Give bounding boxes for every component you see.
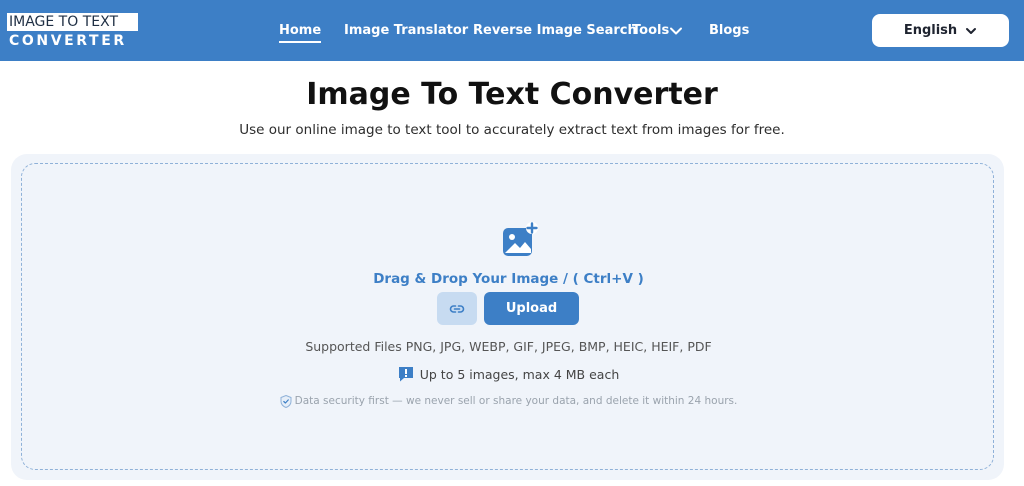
- drag-drop-text: Drag & Drop Your Image / ( Ctrl+V ): [373, 271, 644, 287]
- info-chat-icon: [398, 367, 413, 382]
- nav-image-translator[interactable]: Image Translator: [344, 23, 468, 39]
- upload-card: Drag & Drop Your Image / ( Ctrl+V ) Uplo…: [11, 154, 1004, 480]
- logo-line-2: CONVERTER: [9, 33, 127, 49]
- page-title: Image To Text Converter: [306, 77, 718, 112]
- add-image-icon: [503, 222, 538, 256]
- chevron-down-icon[interactable]: [669, 24, 683, 38]
- top-navbar: IMAGE TO TEXT CONVERTER Home Image Trans…: [0, 0, 1024, 61]
- drop-zone[interactable]: Drag & Drop Your Image / ( Ctrl+V ) Uplo…: [21, 163, 994, 470]
- page-subtitle: Use our online image to text tool to acc…: [239, 122, 785, 138]
- nav-blogs[interactable]: Blogs: [709, 23, 749, 39]
- security-note-text: Data security first — we never sell or s…: [294, 395, 738, 407]
- language-selector[interactable]: English: [872, 14, 1009, 47]
- language-label: English: [903, 23, 958, 38]
- chevron-down-icon: [966, 27, 977, 34]
- upload-button[interactable]: Upload: [484, 292, 579, 325]
- site-logo[interactable]: IMAGE TO TEXT CONVERTER: [7, 13, 138, 49]
- nav-reverse-image-search[interactable]: Reverse Image Search: [473, 23, 637, 39]
- paste-url-button[interactable]: [437, 292, 477, 325]
- supported-files-text: Supported Files PNG, JPG, WEBP, GIF, JPE…: [305, 339, 712, 354]
- security-note-row: Data security first — we never sell or s…: [22, 393, 995, 409]
- logo-line-1: IMAGE TO TEXT: [7, 13, 138, 31]
- upload-limit-text: Up to 5 images, max 4 MB each: [419, 366, 620, 382]
- upload-limit-row: Up to 5 images, max 4 MB each: [22, 365, 995, 383]
- nav-tools[interactable]: Tools: [632, 23, 669, 39]
- shield-icon: [280, 394, 292, 408]
- nav-home[interactable]: Home: [279, 23, 322, 43]
- link-icon: [449, 304, 465, 313]
